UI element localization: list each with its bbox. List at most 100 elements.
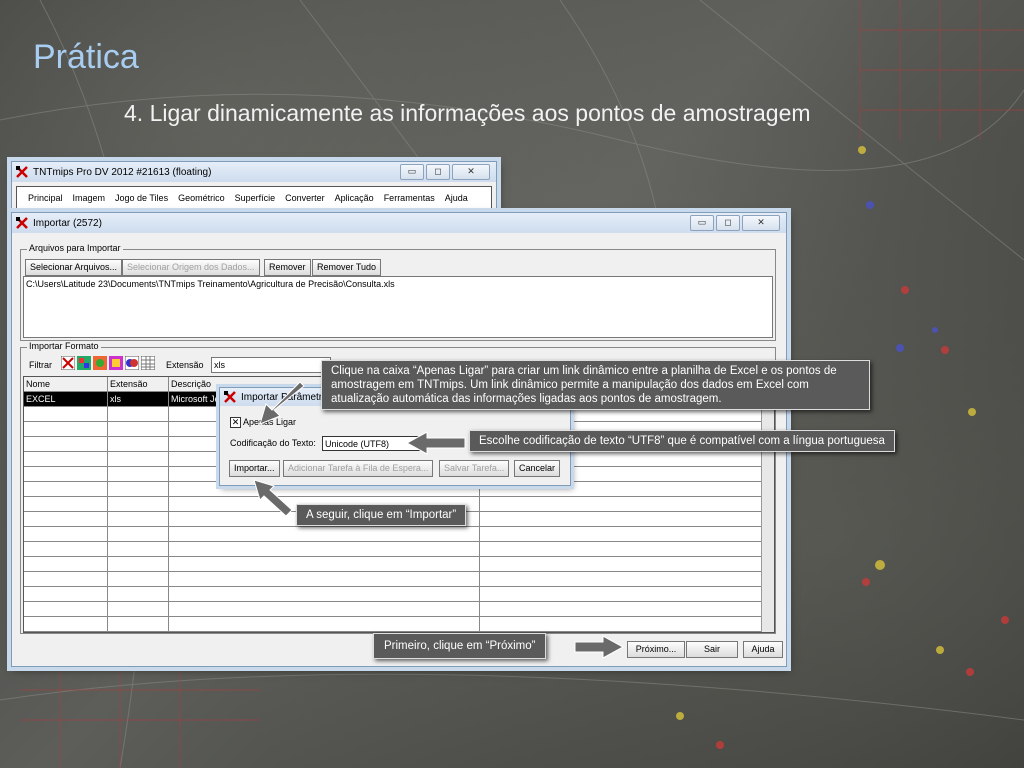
menu-superficie[interactable]: Superfície	[230, 193, 281, 203]
link-callout: Clique na caixa “Apenas Ligar” para cria…	[321, 360, 870, 410]
empty-cell	[169, 587, 480, 601]
empty-cell	[108, 527, 169, 541]
remove-button[interactable]: Remover	[264, 259, 311, 276]
add-to-queue-button[interactable]: Adicionar Tarefa à Fila de Espera...	[283, 460, 434, 477]
import-button[interactable]: Importar...	[229, 460, 280, 477]
files-group: Arquivos para Importar Selecionar Arquiv…	[20, 243, 776, 341]
save-task-button[interactable]: Salvar Tarefa...	[439, 460, 510, 477]
empty-cell	[24, 452, 108, 466]
remove-all-button[interactable]: Remover Tudo	[312, 259, 382, 276]
link-only-checkbox[interactable]: ✕	[230, 417, 241, 428]
empty-cell	[24, 542, 108, 556]
format-group-legend: Importar Formato	[27, 341, 101, 351]
menu-converter[interactable]: Converter	[280, 193, 330, 203]
import-callout: A seguir, clique em “Importar”	[296, 504, 467, 526]
exit-button[interactable]: Sair	[686, 641, 738, 658]
select-files-button[interactable]: Selecionar Arquivos...	[25, 259, 123, 276]
maximize-button[interactable]: ◻	[716, 215, 740, 231]
tntmips-app-icon	[224, 391, 236, 403]
minimize-button[interactable]: ▭	[690, 215, 714, 231]
empty-cell	[169, 572, 480, 586]
empty-cell	[169, 527, 480, 541]
import-window-title: Importar (2572)	[33, 217, 102, 229]
select-source-button[interactable]: Selecionar Origem dos Dados...	[122, 259, 260, 276]
filter-raster-icon[interactable]	[77, 356, 91, 370]
row-extension-cell: xls	[108, 392, 169, 406]
empty-cell	[108, 452, 169, 466]
import-window-titlebar[interactable]: Importar (2572) ▭ ◻ ✕	[12, 213, 786, 233]
filter-all-icon[interactable]	[61, 356, 75, 370]
main-menubar: Principal Imagem Jogo de Tiles Geométric…	[16, 186, 492, 210]
empty-cell	[108, 602, 169, 616]
empty-cell	[24, 557, 108, 571]
menu-jogo-de-tiles[interactable]: Jogo de Tiles	[110, 193, 173, 203]
filter-vector-icon[interactable]	[93, 356, 107, 370]
files-group-legend: Arquivos para Importar	[27, 243, 123, 253]
close-button[interactable]: ✕	[742, 215, 780, 231]
empty-cell	[24, 572, 108, 586]
table-row[interactable]	[24, 527, 774, 542]
tntmips-app-icon	[16, 166, 28, 178]
file-list[interactable]: C:\Users\Latitude 23\Documents\TNTmips T…	[23, 276, 773, 338]
slide-title: Prática	[33, 38, 139, 76]
filter-shape-icon[interactable]	[125, 356, 139, 370]
extension-input[interactable]: xls	[211, 357, 331, 373]
file-path[interactable]: C:\Users\Latitude 23\Documents\TNTmips T…	[26, 279, 395, 289]
empty-cell	[24, 422, 108, 436]
empty-cell	[108, 467, 169, 481]
tntmips-app-icon	[16, 217, 28, 229]
minimize-button[interactable]: ▭	[400, 164, 424, 180]
empty-cell	[24, 527, 108, 541]
empty-cell	[108, 587, 169, 601]
arrow-to-link-only	[259, 381, 305, 425]
menu-ajuda[interactable]: Ajuda	[440, 193, 473, 203]
next-button[interactable]: Próximo...	[627, 641, 685, 658]
empty-cell	[108, 617, 169, 631]
empty-cell	[24, 482, 108, 496]
menu-ferramentas[interactable]: Ferramentas	[379, 193, 440, 203]
arrow-to-next	[574, 635, 625, 659]
row-name-cell: EXCEL	[24, 392, 108, 406]
menu-aplicacao[interactable]: Aplicação	[330, 193, 379, 203]
filter-table-icon[interactable]	[141, 356, 155, 370]
empty-cell	[24, 617, 108, 631]
table-row[interactable]	[24, 542, 774, 557]
close-button[interactable]: ✕	[452, 164, 490, 180]
cancel-button[interactable]: Cancelar	[514, 460, 561, 477]
empty-cell	[169, 602, 480, 616]
encoding-label: Codificação do Texto:	[230, 438, 316, 448]
main-window-titlebar[interactable]: TNTmips Pro DV 2012 #21613 (floating) ▭ …	[12, 162, 496, 182]
menu-principal[interactable]: Principal	[23, 193, 68, 203]
table-row[interactable]	[24, 557, 774, 572]
empty-cell	[24, 497, 108, 511]
col-extension-header[interactable]: Extensão	[108, 377, 169, 391]
empty-cell	[108, 437, 169, 451]
arrow-to-encoding	[405, 431, 466, 455]
table-row[interactable]	[24, 587, 774, 602]
table-scrollbar[interactable]	[761, 377, 774, 632]
empty-cell	[169, 557, 480, 571]
next-callout: Primeiro, clique em “Próximo”	[373, 633, 547, 659]
help-button[interactable]: Ajuda	[743, 641, 783, 658]
menu-geometrico[interactable]: Geométrico	[173, 193, 230, 203]
slide-subtitle: 4. Ligar dinamicamente as informações ao…	[124, 100, 811, 126]
empty-cell	[108, 407, 169, 421]
filter-cad-icon[interactable]	[109, 356, 123, 370]
col-name-header[interactable]: Nome	[24, 377, 108, 391]
table-row[interactable]	[24, 617, 774, 632]
empty-cell	[169, 617, 480, 631]
empty-cell	[108, 542, 169, 556]
table-row[interactable]	[24, 572, 774, 587]
main-window-title: TNTmips Pro DV 2012 #21613 (floating)	[33, 166, 212, 178]
encoding-callout: Escolhe codificação de texto “UTF8” que …	[469, 430, 895, 452]
maximize-button[interactable]: ◻	[426, 164, 450, 180]
empty-cell	[24, 587, 108, 601]
empty-cell	[108, 482, 169, 496]
empty-cell	[108, 557, 169, 571]
empty-cell	[108, 572, 169, 586]
empty-cell	[24, 437, 108, 451]
empty-cell	[108, 422, 169, 436]
table-row[interactable]	[24, 602, 774, 617]
main-window: TNTmips Pro DV 2012 #21613 (floating) ▭ …	[11, 161, 497, 210]
menu-imagem[interactable]: Imagem	[68, 193, 111, 203]
